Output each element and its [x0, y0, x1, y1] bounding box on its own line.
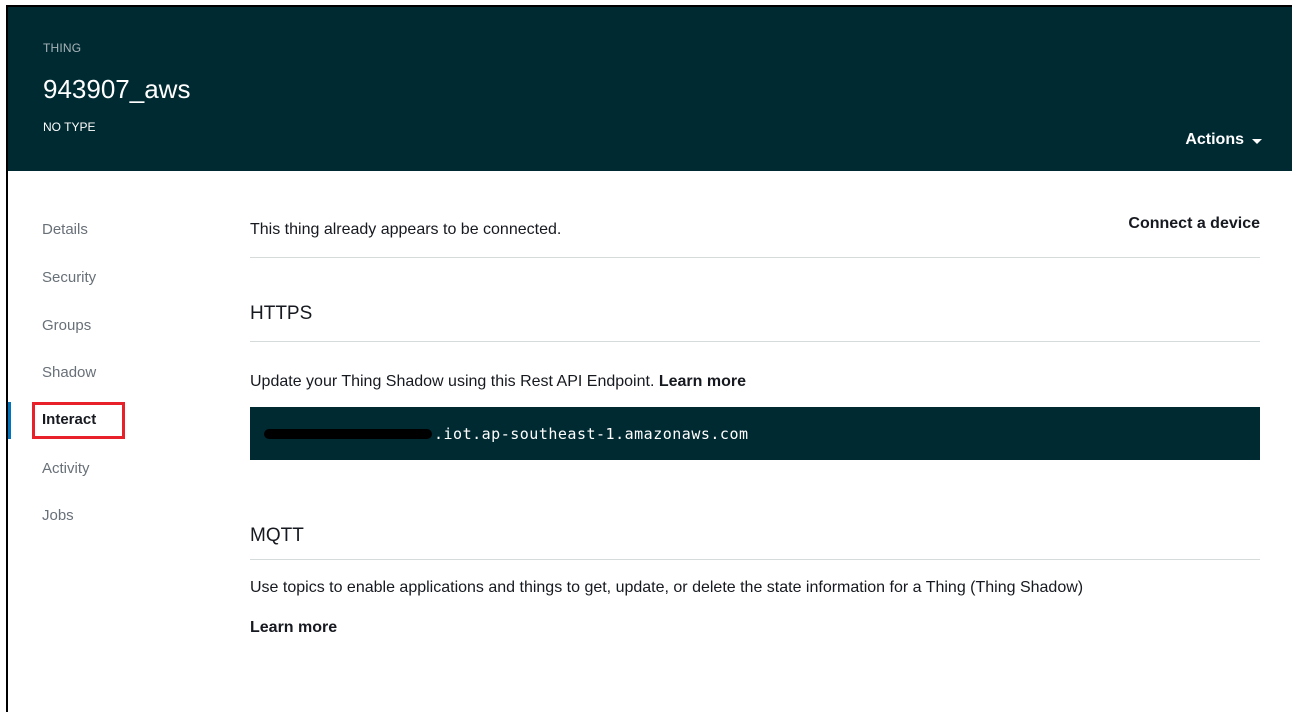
- sidebar-item-interact[interactable]: Interact: [42, 411, 96, 428]
- rest-api-endpoint-box[interactable]: .iot.ap-southeast-1.amazonaws.com: [250, 407, 1260, 460]
- redacted-endpoint-prefix: [264, 428, 432, 439]
- endpoint-url: .iot.ap-southeast-1.amazonaws.com: [434, 424, 749, 443]
- mqtt-section-title: MQTT: [250, 525, 304, 546]
- sidebar-item-shadow[interactable]: Shadow: [42, 364, 96, 381]
- actions-dropdown-button[interactable]: Actions: [1185, 131, 1262, 149]
- sidebar-item-groups[interactable]: Groups: [42, 317, 91, 334]
- sidebar-item-security[interactable]: Security: [42, 269, 96, 286]
- sidebar-item-activity[interactable]: Activity: [42, 460, 90, 477]
- https-section-title: HTTPS: [250, 303, 313, 324]
- connect-device-link[interactable]: Connect a device: [1128, 215, 1260, 233]
- thing-type-label: NO TYPE: [43, 120, 96, 134]
- sidebar-item-jobs[interactable]: Jobs: [42, 507, 74, 524]
- sidebar-item-details[interactable]: Details: [42, 221, 88, 238]
- https-description-text: Update your Thing Shadow using this Rest…: [250, 373, 655, 390]
- mqtt-description: Use topics to enable applications and th…: [250, 579, 1084, 596]
- mqtt-learn-more-link[interactable]: Learn more: [250, 619, 337, 637]
- page-title: 943907_aws: [43, 74, 191, 104]
- header-kind-label: THING: [43, 41, 82, 55]
- actions-label: Actions: [1185, 131, 1244, 148]
- active-nav-indicator: [8, 402, 11, 439]
- connection-status-text: This thing already appears to be connect…: [250, 221, 562, 238]
- https-learn-more-link[interactable]: Learn more: [659, 373, 746, 390]
- divider: [250, 257, 1260, 258]
- https-description: Update your Thing Shadow using this Rest…: [250, 373, 746, 391]
- page-frame: THING 943907_aws NO TYPE Actions Details…: [6, 5, 1292, 712]
- divider: [250, 341, 1260, 342]
- thing-header: THING 943907_aws NO TYPE Actions: [8, 7, 1292, 171]
- divider: [250, 559, 1260, 560]
- caret-down-icon: [1252, 138, 1262, 144]
